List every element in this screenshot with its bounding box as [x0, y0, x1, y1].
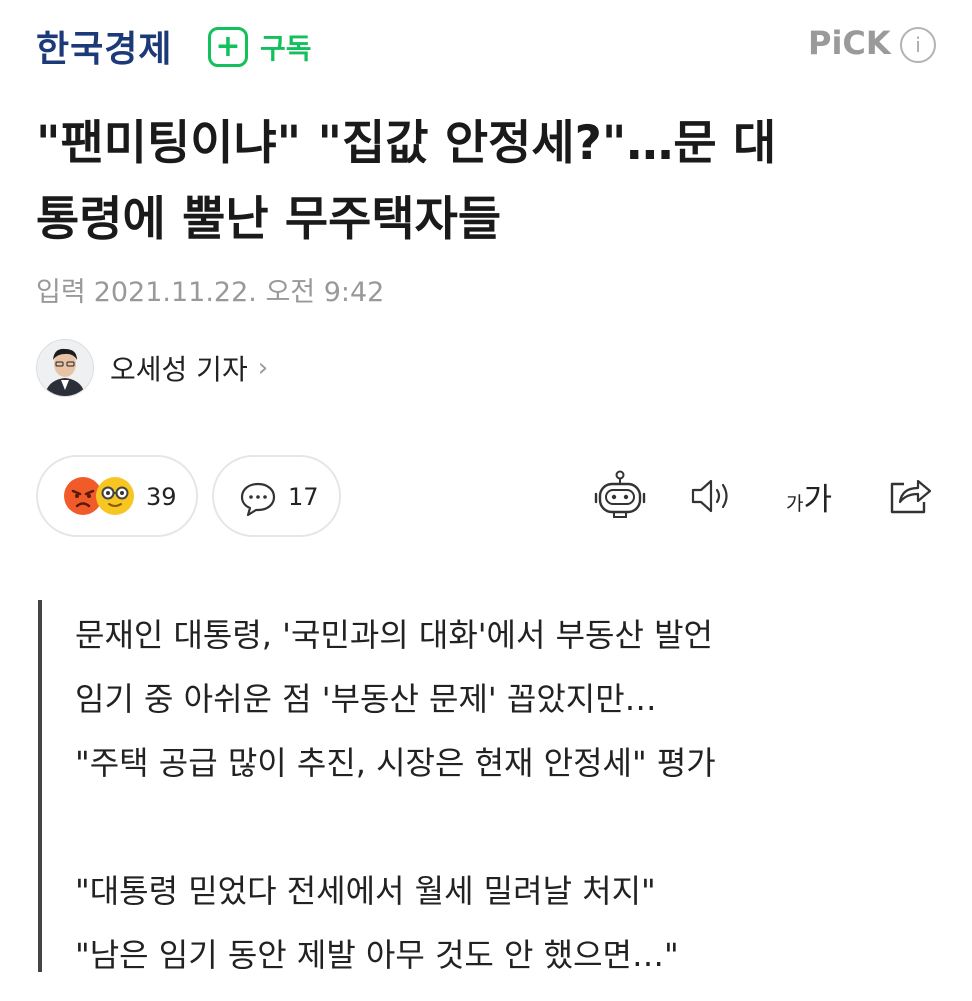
summary-line: "남은 임기 동안 제발 아무 것도 안 했으면…" [75, 936, 679, 974]
article-summary: 문재인 대통령, '국민과의 대화'에서 부동산 발언 임기 중 아쉬운 점 '… [38, 600, 938, 974]
article-title: "팬미팅이냐" "집값 안정세?"…문 대 통령에 뿔난 무주택자들 [36, 106, 946, 258]
article-title-line: "팬미팅이냐" "집값 안정세?"…문 대 [36, 116, 777, 171]
reaction-button[interactable]: 39 [36, 455, 198, 537]
summary-quote-bar [38, 600, 42, 972]
reporter-avatar [36, 339, 94, 397]
font-size-small-icon: 가 [786, 493, 804, 515]
comment-icon [240, 482, 276, 517]
info-icon[interactable]: i [900, 27, 936, 63]
date-label: 입력 [36, 277, 86, 308]
reporter-photo [37, 340, 93, 396]
publish-date: 입력 2021.11.22. 오전 9:42 [36, 270, 392, 309]
share-icon[interactable] [886, 474, 934, 518]
summary-line: "대통령 믿었다 전세에서 월세 밀려날 처지" [75, 872, 656, 910]
font-size-big-icon: 가 [803, 482, 833, 518]
summary-line: "주택 공급 많이 추진, 시장은 현재 안정세" 평가 [75, 744, 716, 782]
robot-summary-icon[interactable] [592, 470, 648, 522]
summary-line: 임기 중 아쉬운 점 '부동산 문제' 꼽았지만… [75, 680, 657, 718]
summary-line: 문재인 대통령, '국민과의 대화'에서 부동산 발언 [75, 616, 713, 654]
subscribe-label: 구독 [260, 32, 312, 65]
top-bar: 한국경제 + 구독 PiCK i [0, 0, 972, 90]
article-title-line: 통령에 뿔난 무주택자들 [36, 192, 502, 247]
reaction-count: 39 [146, 483, 177, 511]
press-logo[interactable]: 한국경제 [36, 20, 172, 72]
pick-label: PiCK [808, 24, 891, 62]
subscribe-button[interactable]: + 구독 [208, 24, 312, 70]
chevron-right-icon: › [257, 353, 269, 383]
comment-count: 17 [288, 483, 319, 511]
reporter-name: 오세성 기자 [110, 353, 248, 386]
reporter-link[interactable]: 오세성 기자 › [36, 338, 268, 398]
date-value: 2021.11.22. 오전 9:42 [93, 277, 385, 308]
plus-icon: + [208, 27, 248, 67]
nerd-emoji-icon [96, 477, 134, 515]
comment-button[interactable]: 17 [212, 455, 341, 537]
font-size-button[interactable]: 가가 [786, 474, 832, 519]
speaker-icon[interactable] [690, 476, 736, 516]
